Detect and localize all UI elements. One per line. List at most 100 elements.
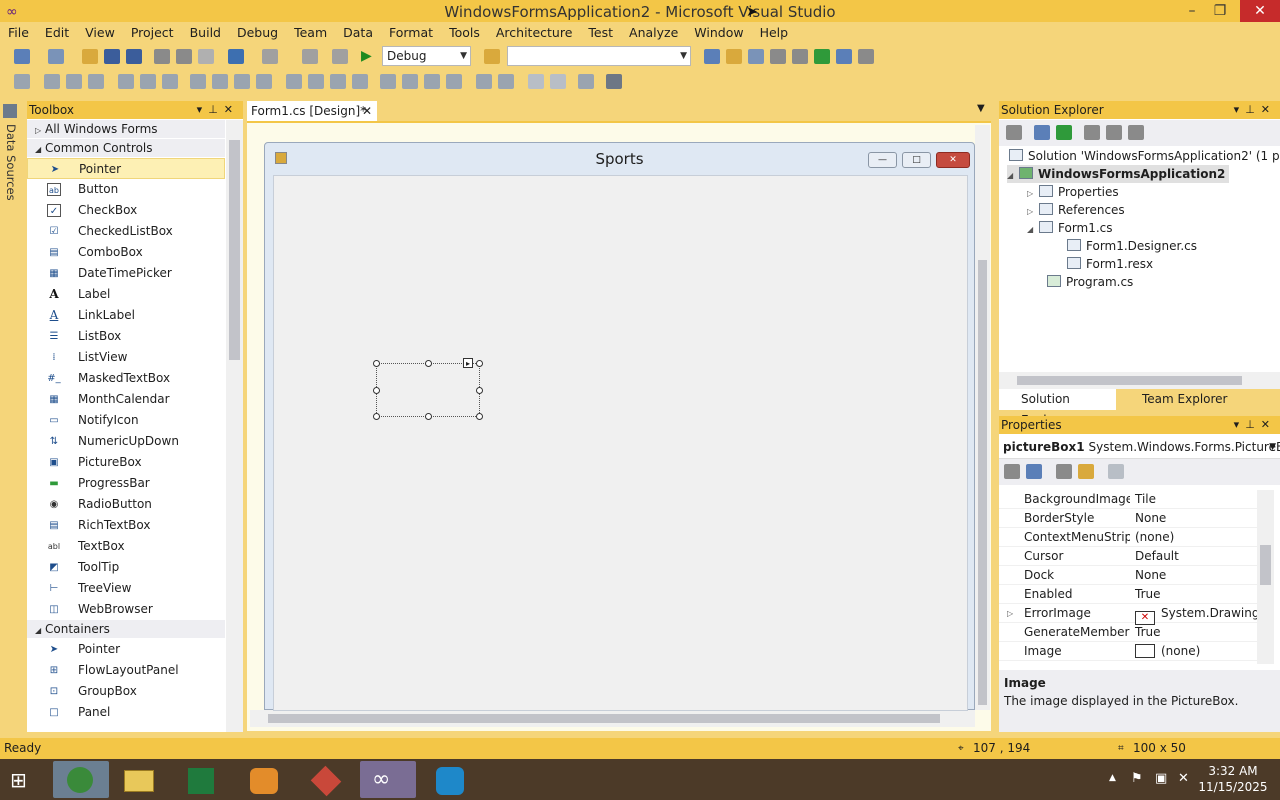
tree-item-program[interactable]: Program.cs [1047, 273, 1133, 291]
toolbox-item-maskedtextbox[interactable]: #_ MaskedTextBox [27, 368, 225, 389]
increase-vertical-spacing-icon[interactable] [402, 74, 418, 89]
scroll-thumb[interactable] [268, 714, 940, 723]
menu-build[interactable]: Build [182, 23, 229, 43]
align-lefts-icon[interactable] [44, 74, 60, 89]
send-to-back-icon[interactable] [550, 74, 566, 89]
tree-item-form1-designer[interactable]: Form1.Designer.cs [1067, 237, 1197, 255]
categorized-icon[interactable] [1004, 464, 1020, 479]
window-icon[interactable] [858, 49, 874, 64]
menu-team[interactable]: Team [286, 23, 335, 43]
maximize-button[interactable]: ❐ [1205, 0, 1235, 22]
collapse-all-icon[interactable] [1084, 125, 1100, 140]
collapse-arrow-icon[interactable]: ◢ [1027, 221, 1039, 239]
center-horizontally-icon[interactable] [476, 74, 492, 89]
align-rights-icon[interactable] [88, 74, 104, 89]
tab-solution-explorer[interactable]: Solution Explorer [999, 389, 1116, 427]
redo-icon[interactable] [262, 49, 278, 64]
back-icon[interactable] [1006, 125, 1022, 140]
toolbox-item-checkedlistbox[interactable]: ☑ CheckedListBox [27, 221, 225, 242]
smart-tag-icon[interactable]: ▸ [463, 358, 473, 368]
team-icon[interactable] [836, 49, 852, 64]
tab-order-icon[interactable] [578, 74, 594, 89]
menu-help[interactable]: Help [752, 23, 797, 43]
align-to-grid-icon[interactable] [14, 74, 30, 89]
tab-form1-design[interactable]: Form1.cs [Design]* ✕ [247, 101, 377, 121]
solution-explorer-scrollbar[interactable] [999, 372, 1280, 389]
toolbox-item-listbox[interactable]: ☰ ListBox [27, 326, 225, 347]
menu-edit[interactable]: Edit [37, 23, 77, 43]
menu-format[interactable]: Format [381, 23, 441, 43]
property-row[interactable]: GenerateMember True [999, 623, 1257, 642]
property-row[interactable]: Dock None [999, 566, 1257, 585]
events-icon[interactable] [1078, 464, 1094, 479]
toolbox-item-textbox[interactable]: abl TextBox [27, 536, 225, 557]
menu-window[interactable]: Window [686, 23, 751, 43]
property-row[interactable]: BackgroundImageLaTile [999, 490, 1257, 509]
tree-item-properties[interactable]: ▷ Properties [1027, 183, 1119, 201]
resize-handle[interactable] [476, 360, 483, 367]
close-icon[interactable]: ✕ [1261, 418, 1276, 431]
tree-item-form1[interactable]: ◢ Form1.cs [1027, 219, 1113, 237]
decrease-horizontal-spacing-icon[interactable] [330, 74, 346, 89]
resize-handle[interactable] [425, 360, 432, 367]
toolbox-item-datetimepicker[interactable]: ▦ DateTimePicker [27, 263, 225, 284]
toolbox-item-monthcalendar[interactable]: ▦ MonthCalendar [27, 389, 225, 410]
menu-project[interactable]: Project [123, 23, 182, 43]
menu-tools[interactable]: Tools [441, 23, 488, 43]
taskbar-app-icon[interactable] [236, 761, 292, 798]
add-item-icon[interactable] [48, 49, 64, 64]
picturebox1-control[interactable]: ▸ [373, 358, 483, 420]
toolbox-item-webbrowser[interactable]: ◫ WebBrowser [27, 599, 225, 620]
dropdown-icon[interactable]: ▾ [197, 103, 209, 116]
increase-horizontal-spacing-icon[interactable] [308, 74, 324, 89]
tree-item-solution[interactable]: Solution 'WindowsFormsApplication2' (1 p… [1009, 147, 1280, 165]
designer-horizontal-scrollbar[interactable] [250, 710, 975, 727]
toolbox-item-picturebox[interactable]: ▣ PictureBox [27, 452, 225, 473]
vertical-spacing-icon[interactable] [380, 74, 396, 89]
scroll-thumb[interactable] [1260, 545, 1271, 585]
lock-controls-icon[interactable] [606, 74, 622, 89]
properties-icon[interactable] [726, 49, 742, 64]
properties-icon[interactable] [1128, 125, 1144, 140]
toolbox-item-pointer-containers[interactable]: ➤ Pointer [27, 639, 225, 660]
collapse-arrow-icon[interactable]: ◢ [1007, 167, 1019, 185]
toolbox-item-pointer[interactable]: ➤ Pointer [27, 158, 225, 179]
expand-arrow-icon[interactable]: ▷ [1007, 604, 1013, 623]
menu-data[interactable]: Data [335, 23, 381, 43]
find-in-files-icon[interactable] [484, 49, 500, 64]
toolbox-item-linklabel[interactable]: A LinkLabel [27, 305, 225, 326]
properties-view-icon[interactable] [1056, 464, 1072, 479]
object-browser-icon[interactable] [748, 49, 764, 64]
menu-test[interactable]: Test [580, 23, 621, 43]
menu-analyze[interactable]: Analyze [621, 23, 686, 43]
start-debug-icon[interactable]: ▶ [361, 49, 377, 64]
property-row[interactable]: BorderStyle None [999, 509, 1257, 528]
dropdown-icon[interactable]: ▾ [1234, 418, 1246, 431]
form-minimize-button[interactable]: — [868, 152, 897, 168]
property-row[interactable]: Enabled True [999, 585, 1257, 604]
taskbar-excel-icon[interactable] [174, 761, 230, 798]
menu-debug[interactable]: Debug [229, 23, 286, 43]
remove-vertical-spacing-icon[interactable] [446, 74, 462, 89]
form-close-button[interactable]: ✕ [936, 152, 970, 168]
tools-icon[interactable] [792, 49, 808, 64]
menu-view[interactable]: View [77, 23, 123, 43]
tray-chevron-icon[interactable]: ▲ [1109, 773, 1116, 783]
property-grid-scrollbar[interactable] [1257, 490, 1274, 664]
toolbox-item-combobox[interactable]: ▤ ComboBox [27, 242, 225, 263]
cut-icon[interactable] [154, 49, 170, 64]
find-combo[interactable]: ▼ [507, 46, 691, 66]
copy-icon[interactable] [176, 49, 192, 64]
menu-file[interactable]: File [0, 23, 37, 43]
toolbox-item-tooltip[interactable]: ◩ ToolTip [27, 557, 225, 578]
align-middles-icon[interactable] [140, 74, 156, 89]
navigate-forward-icon[interactable] [332, 49, 348, 64]
property-row[interactable]: ContextMenuStrip (none) [999, 528, 1257, 547]
taskbar-clock[interactable]: 3:32 AM 11/15/2025 [1198, 763, 1268, 795]
menu-architecture[interactable]: Architecture [488, 23, 581, 43]
toolbox-item-richtextbox[interactable]: ▤ RichTextBox [27, 515, 225, 536]
toolbox-item-progressbar[interactable]: ▬ ProgressBar [27, 473, 225, 494]
toolbox-item-radiobutton[interactable]: ◉ RadioButton [27, 494, 225, 515]
taskbar-ie-icon[interactable] [53, 761, 109, 798]
pin-icon[interactable]: ⊥ [208, 103, 224, 116]
